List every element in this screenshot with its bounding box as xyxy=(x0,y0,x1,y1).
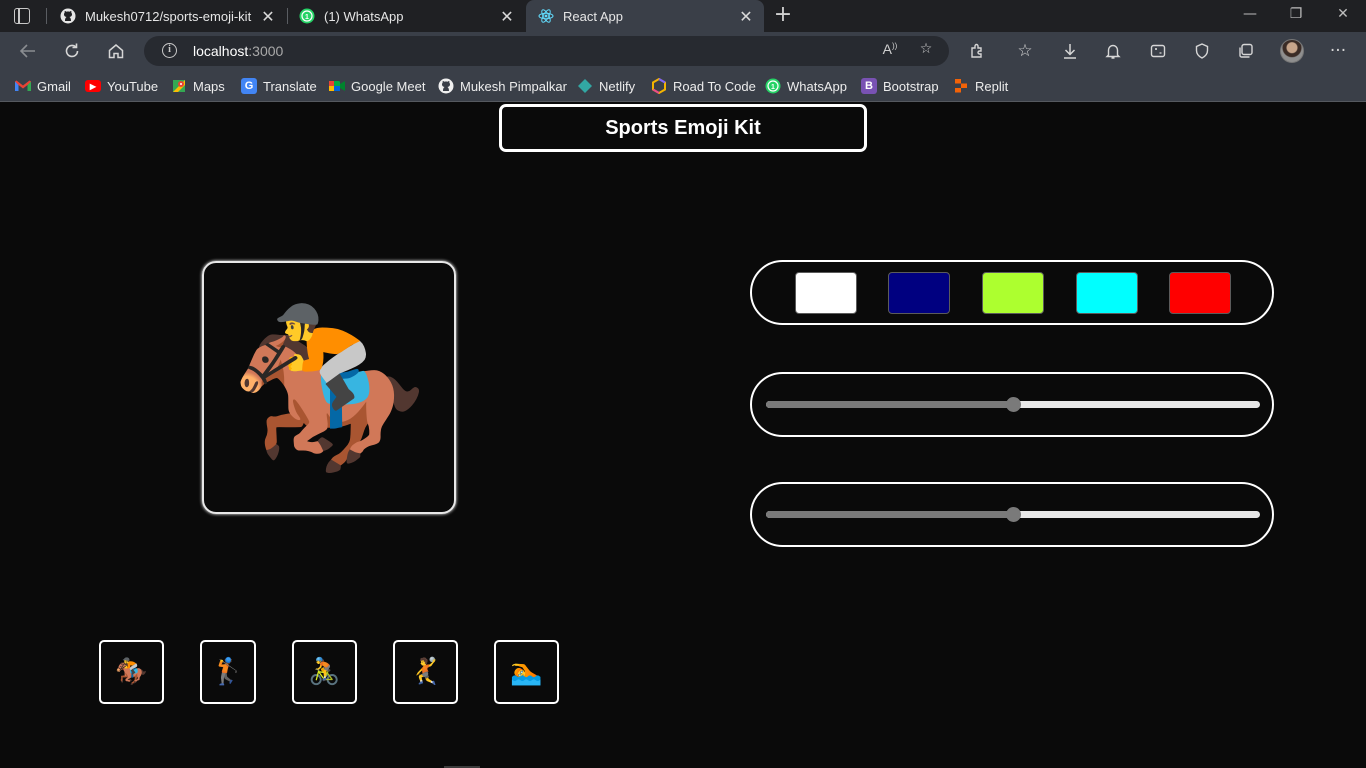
profile-avatar[interactable] xyxy=(1280,39,1304,63)
react-icon xyxy=(538,8,554,24)
bookmark-replit[interactable]: Replit xyxy=(953,77,1008,95)
tab-title: (1) WhatsApp xyxy=(324,8,404,24)
emoji-button-golfer[interactable]: 🏌 xyxy=(200,640,256,704)
road-to-code-icon xyxy=(651,78,667,94)
back-icon[interactable] xyxy=(15,38,41,64)
extensions-icon[interactable] xyxy=(964,38,990,64)
rotation-slider[interactable] xyxy=(766,507,1260,522)
bookmark-mukesh-pimpalkar[interactable]: Mukesh Pimpalkar xyxy=(438,77,567,95)
tab-separator xyxy=(46,8,47,24)
browser-essentials-icon[interactable] xyxy=(1189,38,1215,64)
slider-thumb[interactable] xyxy=(1006,507,1021,522)
bookmark-translate[interactable]: G Translate xyxy=(241,77,317,95)
translate-icon: G xyxy=(241,78,257,94)
slider-panel-2 xyxy=(750,482,1274,547)
close-icon[interactable]: ✕ xyxy=(738,7,754,26)
tab-react-app[interactable]: React App ✕ xyxy=(526,0,764,32)
close-icon[interactable]: ✕ xyxy=(260,7,276,26)
bookmark-youtube[interactable]: ▶ YouTube xyxy=(85,77,158,95)
emoji-button-swimmer[interactable]: 🏊 xyxy=(494,640,559,704)
slider-fill xyxy=(766,511,1013,518)
more-menu-icon[interactable]: ··· xyxy=(1325,38,1351,64)
collections-icon[interactable] xyxy=(1233,38,1259,64)
github-icon xyxy=(438,78,454,94)
bookmark-bootstrap[interactable]: B Bootstrap xyxy=(861,77,939,95)
netlify-icon xyxy=(577,78,593,94)
maps-icon xyxy=(171,78,187,94)
color-swatch-white[interactable] xyxy=(795,272,857,314)
tab-strip: Mukesh0712/sports-emoji-kit ✕ 1 (1) What… xyxy=(0,0,1366,32)
new-tab-button[interactable]: + xyxy=(772,4,794,27)
bookmark-google-meet[interactable]: Google Meet xyxy=(329,77,425,95)
emoji-preview: 🏇 xyxy=(202,261,456,514)
color-palette xyxy=(750,260,1274,325)
address-bar[interactable]: i localhost:3000 A)) ☆ xyxy=(144,36,949,66)
emoji-button-handball[interactable]: 🤾 xyxy=(393,640,458,704)
color-swatch-navy[interactable] xyxy=(888,272,950,314)
close-icon[interactable]: ✕ xyxy=(499,7,515,26)
bookmark-whatsapp[interactable]: 1 WhatsApp xyxy=(765,77,847,95)
math-solver-icon[interactable] xyxy=(1145,38,1171,64)
color-swatch-green-yellow[interactable] xyxy=(982,272,1044,314)
whatsapp-icon: 1 xyxy=(299,8,315,24)
preview-emoji: 🏇 xyxy=(229,293,429,481)
bookmark-netlify[interactable]: Netlify xyxy=(577,77,635,95)
gmail-icon xyxy=(15,78,31,94)
read-aloud-icon[interactable]: A)) xyxy=(880,41,900,61)
minimize-icon[interactable]: — xyxy=(1240,6,1260,22)
bookmarks-bar: Gmail ▶ YouTube Maps G Translate Google Me… xyxy=(0,70,1366,102)
window-close-icon[interactable]: ✕ xyxy=(1333,6,1353,22)
emoji-button-horse-racing[interactable]: 🏇 xyxy=(99,640,164,704)
page-content: Sports Emoji Kit 🏇 🏇 🏌 🚴 🤾 🏊 xyxy=(0,103,1366,768)
favorites-icon[interactable]: ☆ xyxy=(1012,38,1038,64)
tab-title: React App xyxy=(563,8,623,24)
tab-title: Mukesh0712/sports-emoji-kit xyxy=(85,8,252,24)
add-favorite-icon[interactable]: ☆ xyxy=(916,41,936,61)
slider-panel-1 xyxy=(750,372,1274,437)
svg-text:1: 1 xyxy=(771,84,775,91)
bootstrap-icon: B xyxy=(861,78,877,94)
color-swatch-cyan[interactable] xyxy=(1076,272,1138,314)
replit-icon xyxy=(953,78,969,94)
tab-whatsapp[interactable]: 1 (1) WhatsApp ✕ xyxy=(287,0,525,32)
address-url[interactable]: localhost:3000 xyxy=(193,43,283,59)
bookmark-maps[interactable]: Maps xyxy=(171,77,225,95)
home-icon[interactable] xyxy=(103,38,129,64)
tab-github[interactable]: Mukesh0712/sports-emoji-kit ✕ xyxy=(48,0,286,32)
downloads-icon[interactable] xyxy=(1057,38,1083,64)
svg-text:1: 1 xyxy=(305,14,309,21)
slider-fill xyxy=(766,401,1013,408)
size-slider[interactable] xyxy=(766,397,1260,412)
notifications-icon[interactable] xyxy=(1100,38,1126,64)
bookmark-gmail[interactable]: Gmail xyxy=(15,77,71,95)
restore-icon[interactable]: ❐ xyxy=(1286,6,1306,22)
tab-actions-icon[interactable] xyxy=(14,8,30,24)
youtube-icon: ▶ xyxy=(85,80,101,92)
refresh-icon[interactable] xyxy=(59,38,85,64)
color-swatch-red[interactable] xyxy=(1169,272,1231,314)
browser-toolbar: i localhost:3000 A)) ☆ ☆ ··· xyxy=(0,32,1366,70)
bookmark-road-to-code[interactable]: Road To Code xyxy=(651,77,756,95)
github-icon xyxy=(60,8,76,24)
emoji-button-cyclist[interactable]: 🚴 xyxy=(292,640,357,704)
whatsapp-icon: 1 xyxy=(765,78,781,94)
site-info-icon[interactable]: i xyxy=(162,43,177,58)
meet-icon xyxy=(329,78,345,94)
slider-thumb[interactable] xyxy=(1006,397,1021,412)
app-title: Sports Emoji Kit xyxy=(499,104,867,152)
